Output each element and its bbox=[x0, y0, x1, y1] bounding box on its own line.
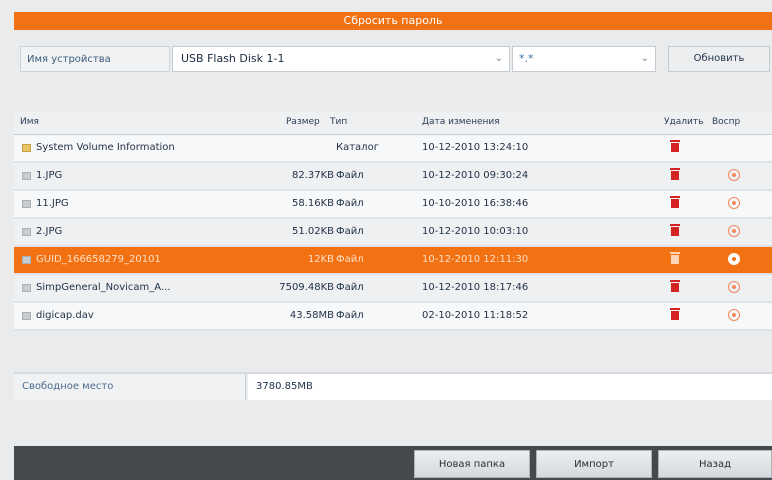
table-header: Имя Размер Тип Дата изменения Удалить Во… bbox=[14, 112, 772, 135]
file-type-filter[interactable]: *.* ⌄ bbox=[512, 46, 656, 72]
footer-bar: Новая папка Импорт Назад bbox=[14, 446, 772, 480]
free-space-label: Свободное место bbox=[14, 374, 246, 400]
file-name: System Volume Information bbox=[36, 142, 175, 153]
header-type[interactable]: Тип bbox=[330, 117, 347, 127]
play-icon[interactable] bbox=[728, 197, 740, 209]
file-type-filter-value: *.* bbox=[519, 52, 534, 65]
file-size: 12KB bbox=[307, 254, 334, 265]
header-play: Воспр bbox=[712, 117, 741, 127]
file-date: 10-12-2010 18:17:46 bbox=[422, 282, 529, 293]
file-size: 7509.48KB bbox=[279, 282, 334, 293]
file-date: 02-10-2010 11:18:52 bbox=[422, 310, 529, 321]
trash-icon[interactable] bbox=[670, 308, 680, 320]
table-row[interactable]: 2.JPG 51.02KB Файл 10-12-2010 10:03:10 bbox=[14, 219, 772, 247]
header-size[interactable]: Размер bbox=[286, 117, 320, 127]
table-body: System Volume Information Каталог 10-12-20… bbox=[14, 135, 772, 331]
device-select[interactable]: USB Flash Disk 1-1 ⌄ bbox=[172, 46, 510, 72]
play-icon[interactable] bbox=[728, 281, 740, 293]
file-date: 10-12-2010 10:03:10 bbox=[422, 226, 529, 237]
trash-icon[interactable] bbox=[670, 252, 680, 264]
file-date: 10-12-2010 13:24:10 bbox=[422, 142, 529, 153]
file-size: 82.37KB bbox=[291, 170, 334, 181]
trash-icon[interactable] bbox=[670, 140, 680, 152]
table-row[interactable]: 11.JPG 58.16KB Файл 10-10-2010 16:38:46 bbox=[14, 191, 772, 219]
file-size: 51.02KB bbox=[291, 226, 334, 237]
file-type: Файл bbox=[336, 198, 364, 209]
play-icon bbox=[728, 141, 740, 153]
file-icon bbox=[22, 228, 31, 236]
chevron-down-icon: ⌄ bbox=[640, 53, 649, 64]
table-row[interactable]: GUID_166658279_20101 12KB Файл 10-12-2010 1… bbox=[14, 247, 772, 275]
chevron-down-icon: ⌄ bbox=[494, 53, 503, 64]
table-row[interactable]: digicap.dav 43.58MB Файл 02-10-2010 11:18:5… bbox=[14, 303, 772, 331]
file-name: 2.JPG bbox=[36, 226, 63, 237]
file-size: 58.16KB bbox=[291, 198, 334, 209]
header-name[interactable]: Имя bbox=[20, 117, 39, 127]
file-name: GUID_166658279_20101 bbox=[36, 254, 161, 265]
file-date: 10-12-2010 09:30:24 bbox=[422, 170, 529, 181]
play-icon[interactable] bbox=[728, 309, 740, 321]
free-space-value: 3780.85MB bbox=[248, 374, 772, 400]
file-icon bbox=[22, 172, 31, 180]
table-row[interactable]: System Volume Information Каталог 10-12-20… bbox=[14, 135, 772, 163]
dialog-title: Сбросить пароль bbox=[14, 12, 772, 30]
file-type: Файл bbox=[336, 226, 364, 237]
file-icon bbox=[22, 200, 31, 208]
play-icon[interactable] bbox=[728, 253, 740, 265]
table-row[interactable]: 1.JPG 82.37KB Файл 10-12-2010 09:30:24 bbox=[14, 163, 772, 191]
file-date: 10-12-2010 12:11:30 bbox=[422, 254, 529, 265]
new-folder-button[interactable]: Новая папка bbox=[414, 450, 530, 478]
file-name: 11.JPG bbox=[36, 198, 69, 209]
file-name: 1.JPG bbox=[36, 170, 63, 181]
file-size: 43.58MB bbox=[289, 310, 334, 321]
file-type: Файл bbox=[336, 254, 364, 265]
play-icon[interactable] bbox=[728, 225, 740, 237]
device-row: Имя устройства USB Flash Disk 1-1 ⌄ *.* … bbox=[14, 46, 772, 72]
free-space-row: Свободное место 3780.85MB bbox=[14, 372, 772, 400]
trash-icon[interactable] bbox=[670, 196, 680, 208]
folder-icon bbox=[22, 144, 31, 152]
file-name: digicap.dav bbox=[36, 310, 94, 321]
file-table: Имя Размер Тип Дата изменения Удалить Во… bbox=[14, 112, 772, 331]
device-select-value: USB Flash Disk 1-1 bbox=[181, 52, 285, 65]
file-icon bbox=[22, 256, 31, 264]
table-row[interactable]: SimpGeneral_Novicam_A... 7509.48KB Файл 10-… bbox=[14, 275, 772, 303]
play-icon[interactable] bbox=[728, 169, 740, 181]
trash-icon[interactable] bbox=[670, 280, 680, 292]
file-name: SimpGeneral_Novicam_A... bbox=[36, 282, 171, 293]
device-label: Имя устройства bbox=[20, 46, 170, 72]
header-date[interactable]: Дата изменения bbox=[422, 117, 500, 127]
back-button[interactable]: Назад bbox=[658, 450, 772, 478]
import-button[interactable]: Импорт bbox=[536, 450, 652, 478]
file-icon bbox=[22, 284, 31, 292]
header-delete: Удалить bbox=[664, 117, 704, 127]
file-icon bbox=[22, 312, 31, 320]
file-date: 10-10-2010 16:38:46 bbox=[422, 198, 529, 209]
trash-icon[interactable] bbox=[670, 168, 680, 180]
file-type: Файл bbox=[336, 170, 364, 181]
file-type: Файл bbox=[336, 282, 364, 293]
trash-icon[interactable] bbox=[670, 224, 680, 236]
refresh-button[interactable]: Обновить bbox=[668, 46, 770, 72]
file-type: Файл bbox=[336, 310, 364, 321]
file-type: Каталог bbox=[336, 142, 379, 153]
